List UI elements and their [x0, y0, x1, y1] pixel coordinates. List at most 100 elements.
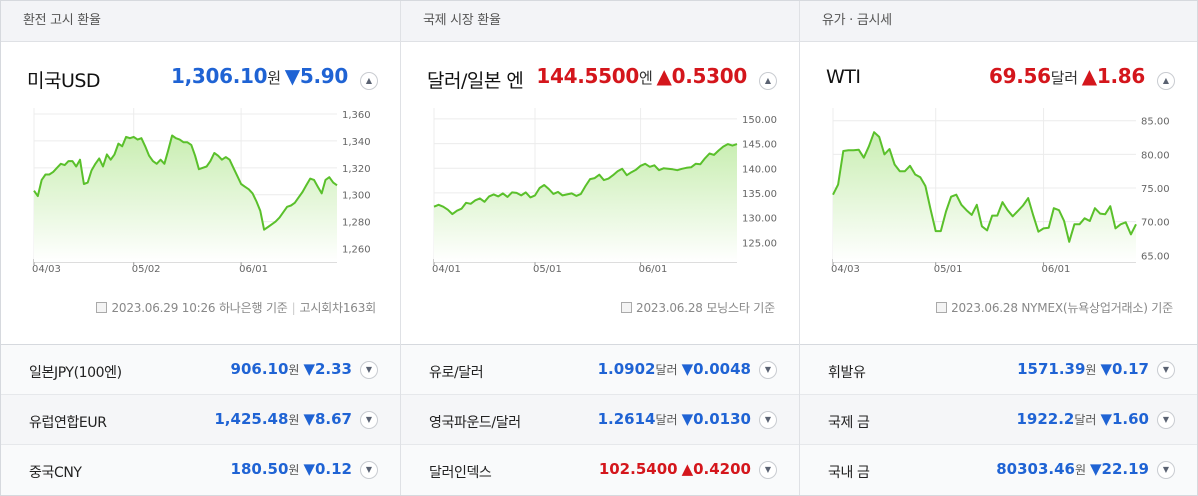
source-text: 2023.06.28 NYMEX(뉴욕상업거래소) 기준 [951, 301, 1173, 315]
x-tick-label: 05/01 [533, 264, 562, 274]
rate-change: ▲0.4200 [681, 460, 751, 478]
y-tick-label: 150.00 [742, 115, 777, 126]
y-tick-label: 65.00 [1141, 251, 1170, 262]
main-rate-value: 69.56달러 ▲1.86 [989, 64, 1145, 88]
collapse-toggle-button[interactable]: ▲ [360, 72, 378, 90]
rate-unit: 원 [1085, 363, 1097, 377]
expand-toggle-button[interactable]: ▼ [360, 461, 378, 479]
list-item[interactable]: 휘발유 1571.39원 ▼0.17 ▼ [800, 345, 1197, 395]
rate-change: ▼0.0130 [681, 410, 751, 428]
rate-name: 유로/달러 [429, 365, 484, 381]
source-note: 2023.06.28 NYMEX(뉴욕상업거래소) 기준 [936, 299, 1173, 316]
y-tick-label: 1,340 [342, 137, 371, 148]
expand-toggle-button[interactable]: ▼ [360, 411, 378, 429]
rate-number: 1.2614 [597, 410, 656, 428]
list-item[interactable]: 영국파운드/달러 1.2614달러 ▼0.0130 ▼ [401, 395, 799, 445]
usdjpy-line-chart: 125.00 130.00 135.00 140.00 145.00 150.00 04/0… [432, 108, 777, 274]
expand-toggle-button[interactable]: ▼ [1157, 411, 1175, 429]
wti-line-chart: 65.00 70.00 75.00 80.00 85.00 04/03 05/01 06/01 [831, 108, 1170, 274]
rate-list: 일본JPY(100엔) 906.10원 ▼2.33 ▼ 유럽연합EUR 1,425… [1, 344, 400, 495]
x-tick-label: 06/01 [639, 264, 668, 274]
rate-value: 102.5400 ▲0.4200 [599, 460, 751, 478]
rate-list: 유로/달러 1.0902달러 ▼0.0048 ▼ 영국파운드/달러 1.2614달… [401, 344, 799, 495]
list-item[interactable]: 일본JPY(100엔) 906.10원 ▼2.33 ▼ [1, 345, 400, 395]
x-tick-label: 05/02 [132, 264, 161, 274]
main-rate-usd: 미국USD 1,306.10원 ▼5.90 ▲ 1,260 1,280 1,300 1,… [1, 42, 400, 344]
list-item[interactable]: 중국CNY 180.50원 ▼0.12 ▼ [1, 445, 400, 495]
y-tick-label: 125.00 [742, 238, 777, 249]
exchange-rate-widget: 환전 고시 환율 미국USD 1,306.10원 ▼5.90 ▲ 1,260 1,2… [0, 0, 1198, 496]
rate-name: 일본JPY(100엔) [29, 365, 122, 381]
source-text: 2023.06.29 10:26 하나은행 기준 [111, 301, 288, 315]
main-rate-unit: 달러 [1050, 69, 1078, 87]
y-tick-label: 75.00 [1141, 184, 1170, 195]
rate-name: 달러인덱스 [429, 465, 492, 481]
rate-unit: 원 [1074, 463, 1087, 477]
rate-name: 유럽연합EUR [29, 415, 107, 431]
x-tick-label: 06/01 [1042, 264, 1071, 274]
market-panel: 국제 시장 환율 달러/일본 엔 144.5500엔 ▲0.5300 ▲ 125.… [400, 1, 799, 495]
rate-unit: 원 [288, 463, 300, 477]
expand-toggle-button[interactable]: ▼ [360, 361, 378, 379]
list-item[interactable]: 달러인덱스 102.5400 ▲0.4200 ▼ [401, 445, 799, 495]
document-icon [621, 302, 633, 313]
rate-number: 1571.39 [1017, 360, 1086, 378]
document-icon [96, 302, 108, 313]
main-rate-number: 69.56 [988, 64, 1051, 88]
y-tick-label: 1,260 [342, 245, 371, 256]
y-tick-label: 85.00 [1141, 117, 1170, 128]
main-rate-number: 1,306.10 [170, 64, 268, 88]
y-tick-label: 1,280 [342, 218, 371, 229]
series-area [34, 135, 337, 262]
rate-value: 80303.46원 ▼22.19 [996, 460, 1149, 478]
rate-unit: 달러 [655, 413, 678, 427]
panel-tab-market[interactable]: 국제 시장 환율 [401, 1, 799, 42]
rate-value: 1571.39원 ▼0.17 [1017, 360, 1149, 378]
collapse-toggle-button[interactable]: ▲ [1157, 72, 1175, 90]
rate-value: 180.50원 ▼0.12 [231, 460, 352, 478]
rate-value: 1922.2달러 ▼1.60 [1016, 410, 1149, 428]
y-tick-label: 80.00 [1141, 150, 1170, 161]
main-rate-wti: WTI 69.56달러 ▲1.86 ▲ 65.00 70.00 75.00 80.00 8… [800, 42, 1197, 344]
main-rate-value: 144.5500엔 ▲0.5300 [536, 64, 747, 88]
y-tick-label: 135.00 [742, 189, 777, 200]
oil-gold-panel: 유가 · 금시세 WTI 69.56달러 ▲1.86 ▲ 65.00 70.00 75… [799, 1, 1197, 495]
y-tick-label: 70.00 [1141, 218, 1170, 229]
expand-toggle-button[interactable]: ▼ [1157, 461, 1175, 479]
list-item[interactable]: 유로/달러 1.0902달러 ▼0.0048 ▼ [401, 345, 799, 395]
rate-change: ▼0.17 [1100, 360, 1149, 378]
usd-line-chart: 1,260 1,280 1,300 1,320 1,340 1,360 04/03 05/02… [32, 108, 371, 274]
x-tick-label: 04/03 [831, 264, 860, 274]
rate-value: 1.0902달러 ▼0.0048 [598, 360, 751, 378]
rate-number: 80303.46 [996, 460, 1075, 478]
rate-number: 906.10 [230, 360, 289, 378]
rate-change: ▼8.67 [303, 410, 352, 428]
main-rate-name: 달러/일본 엔 [427, 70, 524, 92]
rate-value: 906.10원 ▼2.33 [231, 360, 352, 378]
main-rate-unit: 원 [267, 69, 281, 87]
rate-name: 휘발유 [828, 365, 866, 381]
series-area [833, 132, 1136, 262]
main-rate-change: ▲1.86 [1081, 64, 1146, 88]
list-item[interactable]: 유럽연합EUR 1,425.48원 ▼8.67 ▼ [1, 395, 400, 445]
rate-number: 180.50 [230, 460, 289, 478]
expand-toggle-button[interactable]: ▼ [759, 411, 777, 429]
y-tick-label: 1,360 [342, 110, 371, 121]
list-item[interactable]: 국내 금 80303.46원 ▼22.19 ▼ [800, 445, 1197, 495]
expand-toggle-button[interactable]: ▼ [1157, 361, 1175, 379]
rate-value: 1.2614달러 ▼0.0130 [598, 410, 751, 428]
source-note: 2023.06.29 10:26 하나은행 기준 | 고시회차163회 [96, 299, 376, 316]
list-item[interactable]: 국제 금 1922.2달러 ▼1.60 ▼ [800, 395, 1197, 445]
main-rate-name: 미국USD [27, 70, 101, 92]
expand-toggle-button[interactable]: ▼ [759, 361, 777, 379]
rate-change: ▼22.19 [1090, 460, 1149, 478]
panel-tab-oil-gold[interactable]: 유가 · 금시세 [800, 1, 1197, 42]
expand-toggle-button[interactable]: ▼ [759, 461, 777, 479]
rate-unit: 원 [288, 413, 300, 427]
rate-change: ▼0.12 [303, 460, 352, 478]
panel-tab-exchange[interactable]: 환전 고시 환율 [1, 1, 400, 42]
rate-change: ▼2.33 [303, 360, 352, 378]
main-rate-value: 1,306.10원 ▼5.90 [171, 64, 348, 88]
source-text: 2023.06.28 모닝스타 기준 [636, 301, 775, 315]
collapse-toggle-button[interactable]: ▲ [759, 72, 777, 90]
